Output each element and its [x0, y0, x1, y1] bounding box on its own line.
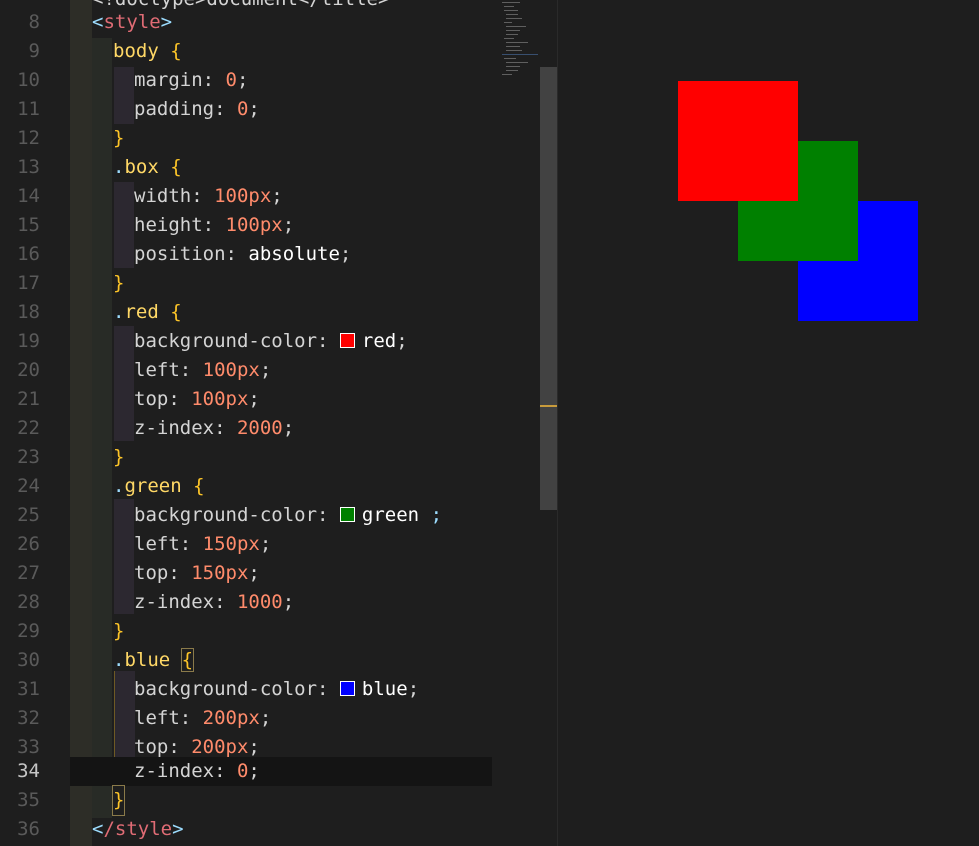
line-number: 14 — [17, 185, 40, 207]
code-text: width: 100px; — [134, 185, 283, 207]
code-line[interactable]: 12 } — [0, 124, 492, 153]
code-line[interactable]: 8 <style> — [0, 8, 492, 37]
line-number: 15 — [17, 214, 40, 236]
browser-preview-pane — [558, 0, 979, 846]
code-text: </style> — [92, 818, 184, 840]
scrollbar-cursor-marker — [540, 405, 558, 407]
code-line[interactable]: 18 .red { — [0, 298, 492, 327]
code-text: left: 200px; — [134, 707, 272, 729]
code-line[interactable]: 29 } — [0, 617, 492, 646]
code-text: z-index: 1000; — [134, 591, 295, 613]
code-text: left: 150px; — [134, 533, 272, 555]
code-line[interactable]: 24 .green { — [0, 472, 492, 501]
line-number: 32 — [17, 707, 40, 729]
code-text: .box { — [113, 156, 182, 178]
code-line[interactable]: 20 left: 100px; — [0, 356, 492, 385]
code-text: z-index: 0; — [134, 760, 260, 782]
code-text: background-color: red; — [134, 330, 408, 352]
line-number: 8 — [28, 11, 40, 33]
line-number: 25 — [17, 504, 40, 526]
code-line[interactable]: 10 margin: 0; — [0, 66, 492, 95]
code-editor[interactable]: <!doctype>document</title> 8 <style> 9 b… — [0, 0, 558, 846]
code-line[interactable]: 21 top: 100px; — [0, 385, 492, 414]
code-text: .blue { — [113, 648, 195, 672]
code-text: <style> — [92, 11, 173, 33]
line-number: 36 — [17, 818, 40, 840]
code-line[interactable]: 32 left: 200px; — [0, 704, 492, 733]
code-text: .green { — [113, 475, 205, 497]
code-line[interactable]: 22 z-index: 2000; — [0, 414, 492, 443]
line-number: 28 — [17, 591, 40, 613]
code-text: padding: 0; — [134, 98, 260, 120]
line-number: 18 — [17, 301, 40, 323]
line-number: 34 — [17, 760, 40, 782]
line-number: 9 — [28, 40, 40, 62]
line-number: 13 — [17, 156, 40, 178]
code-line[interactable]: 27 top: 150px; — [0, 559, 492, 588]
code-line[interactable]: 11 padding: 0; — [0, 95, 492, 124]
code-line[interactable]: 15 height: 100px; — [0, 211, 492, 240]
line-number: 17 — [17, 272, 40, 294]
code-line[interactable]: 16 position: absolute; — [0, 240, 492, 269]
line-number: 31 — [17, 678, 40, 700]
code-line[interactable]: 30 .blue { — [0, 646, 492, 675]
vertical-scrollbar[interactable] — [540, 67, 558, 510]
code-line[interactable]: 31 background-color: blue; — [0, 675, 492, 704]
line-number: 11 — [17, 98, 40, 120]
line-number: 22 — [17, 417, 40, 439]
preview-box-red — [678, 81, 798, 201]
code-line[interactable]: 14 width: 100px; — [0, 182, 492, 211]
code-text: left: 100px; — [134, 359, 272, 381]
line-number: 21 — [17, 388, 40, 410]
code-text: top: 150px; — [134, 562, 260, 584]
line-number: 35 — [17, 789, 40, 811]
line-number: 19 — [17, 330, 40, 352]
line-number: 12 — [17, 127, 40, 149]
code-line[interactable]: 35 } — [0, 785, 492, 816]
code-text: top: 100px; — [134, 388, 260, 410]
code-line-current[interactable]: 34 z-index: 0; — [0, 757, 492, 786]
code-line[interactable]: 19 background-color: red; — [0, 327, 492, 356]
code-text: background-color: green ; — [134, 504, 443, 526]
code-text: .red { — [113, 301, 182, 323]
line-number: 16 — [17, 243, 40, 265]
code-text: } — [113, 446, 125, 468]
code-line[interactable]: 26 left: 150px; — [0, 530, 492, 559]
code-text: body { — [113, 40, 182, 62]
line-number: 30 — [17, 649, 40, 671]
code-text: background-color: blue; — [134, 678, 420, 700]
color-swatch-blue[interactable] — [339, 681, 355, 696]
code-line[interactable]: 25 background-color: green ; — [0, 501, 492, 530]
code-line[interactable]: 28 z-index: 1000; — [0, 588, 492, 617]
code-line[interactable]: 9 body { — [0, 37, 492, 66]
line-number: 20 — [17, 359, 40, 381]
code-line[interactable]: 36 </style> — [0, 815, 492, 844]
code-text: margin: 0; — [134, 69, 249, 91]
code-text: } — [111, 785, 126, 816]
code-text: z-index: 2000; — [134, 417, 295, 439]
minimap[interactable] — [498, 0, 540, 80]
code-text: } — [113, 127, 125, 149]
code-text: height: 100px; — [134, 214, 295, 236]
code-line[interactable]: 17 } — [0, 269, 492, 298]
code-text: } — [113, 620, 125, 642]
line-number: 26 — [17, 533, 40, 555]
color-swatch-red[interactable] — [339, 333, 355, 348]
code-line[interactable]: 23 } — [0, 443, 492, 472]
line-number: 27 — [17, 562, 40, 584]
code-text: } — [113, 272, 125, 294]
line-number: 29 — [17, 620, 40, 642]
line-number: 24 — [17, 475, 40, 497]
code-text: position: absolute; — [134, 243, 352, 265]
line-number: 10 — [17, 69, 40, 91]
line-number: 23 — [17, 446, 40, 468]
color-swatch-green[interactable] — [339, 507, 355, 522]
code-line[interactable]: 13 .box { — [0, 153, 492, 182]
